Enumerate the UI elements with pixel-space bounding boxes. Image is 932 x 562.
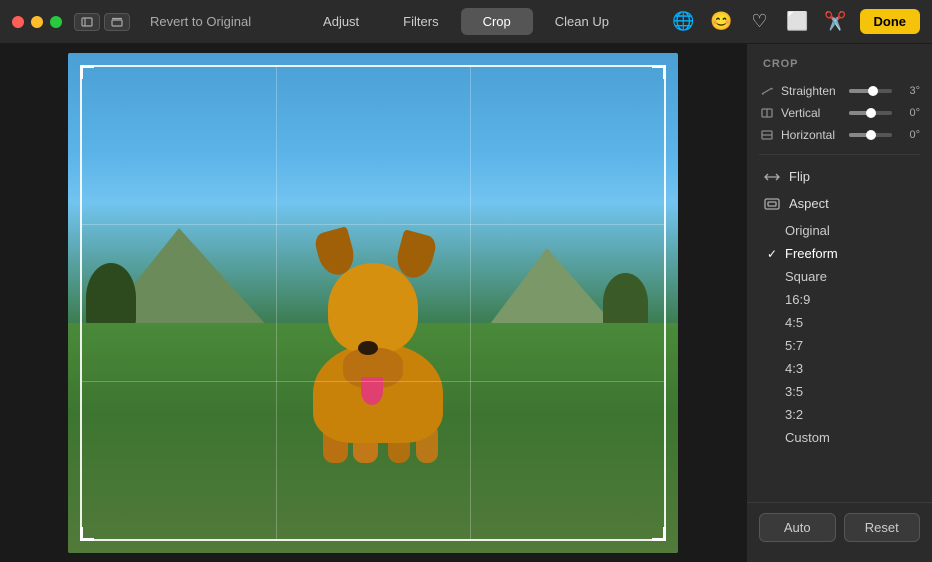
vertical-thumb[interactable] xyxy=(866,108,876,118)
horizontal-value: 0° xyxy=(898,129,920,141)
aspect-label-3-5: 3:5 xyxy=(785,384,803,399)
aspect-label-freeform: Freeform xyxy=(785,246,838,261)
horizontal-label: Horizontal xyxy=(781,128,843,142)
reset-button[interactable]: Reset xyxy=(844,513,921,542)
dog-tongue xyxy=(361,377,383,405)
aspect-label-4-3: 4:3 xyxy=(785,361,803,376)
aspect-label-custom: Custom xyxy=(785,430,830,445)
sidebar-toggle-button[interactable] xyxy=(74,13,100,31)
dog-head xyxy=(328,263,418,353)
aspect-item-original[interactable]: Original xyxy=(747,219,932,242)
aspect-item-custom[interactable]: Custom xyxy=(747,426,932,449)
flip-label: Flip xyxy=(789,169,810,184)
panel-bottom: Auto Reset xyxy=(747,502,932,552)
tab-adjust[interactable]: Adjust xyxy=(301,8,381,35)
vertical-label: Vertical xyxy=(781,106,843,120)
window-controls xyxy=(74,13,130,31)
emoji-icon-button[interactable]: 😊 xyxy=(708,8,736,36)
photo-background xyxy=(68,53,678,553)
panel-section-title: CROP xyxy=(747,58,932,80)
photo-area xyxy=(0,44,746,562)
aspect-label-original: Original xyxy=(785,223,830,238)
straighten-icon xyxy=(759,84,775,98)
favorite-icon-button[interactable]: ♡ xyxy=(746,8,774,36)
toolbar-right: 🌐 😊 ♡ ⬜ ✂️ Done xyxy=(670,8,921,36)
flip-row[interactable]: Flip xyxy=(747,163,932,190)
horizontal-slider[interactable] xyxy=(849,133,892,137)
tab-cleanup[interactable]: Clean Up xyxy=(533,8,631,35)
vertical-value: 0° xyxy=(898,107,920,119)
tab-filters[interactable]: Filters xyxy=(381,8,460,35)
main-content: CROP Straighten 3° xyxy=(0,44,932,562)
divider-1 xyxy=(759,154,920,155)
aspect-title-label: Aspect xyxy=(789,196,829,211)
aspect-label-4-5: 4:5 xyxy=(785,315,803,330)
straighten-slider[interactable] xyxy=(849,89,892,93)
straighten-thumb[interactable] xyxy=(868,86,878,96)
maximize-button[interactable] xyxy=(50,16,62,28)
straighten-label: Straighten xyxy=(781,84,843,98)
right-panel: CROP Straighten 3° xyxy=(746,44,932,562)
revert-button[interactable]: Revert to Original xyxy=(142,10,259,33)
crop-icon-button[interactable]: ⬜ xyxy=(784,8,812,36)
aspect-icon xyxy=(763,197,781,211)
titlebar: Revert to Original Adjust Filters Crop C… xyxy=(0,0,932,44)
aspect-label-3-2: 3:2 xyxy=(785,407,803,422)
dog xyxy=(273,243,473,463)
aspect-item-square[interactable]: Square xyxy=(747,265,932,288)
aspect-item-5-7[interactable]: 5:7 xyxy=(747,334,932,357)
horizontal-icon xyxy=(759,128,775,142)
aspect-item-freeform[interactable]: ✓ Freeform xyxy=(747,242,932,265)
straighten-value: 3° xyxy=(898,85,920,97)
done-button[interactable]: Done xyxy=(860,9,921,34)
flip-icon xyxy=(763,170,781,184)
aspect-item-3-5[interactable]: 3:5 xyxy=(747,380,932,403)
aspect-check-freeform: ✓ xyxy=(767,247,777,261)
vertical-icon xyxy=(759,106,775,120)
vertical-slider[interactable] xyxy=(849,111,892,115)
traffic-lights xyxy=(12,16,62,28)
aspect-item-4-3[interactable]: 4:3 xyxy=(747,357,932,380)
tab-crop[interactable]: Crop xyxy=(461,8,533,35)
aspect-list: Original ✓ Freeform Square 16:9 4:5 5:7 … xyxy=(747,217,932,451)
location-icon-button[interactable]: 🌐 xyxy=(670,8,698,36)
vertical-row: Vertical 0° xyxy=(747,102,932,124)
auto-button[interactable]: Auto xyxy=(759,513,836,542)
aspect-label-square: Square xyxy=(785,269,827,284)
nav-tabs: Adjust Filters Crop Clean Up xyxy=(301,8,631,35)
aspect-section[interactable]: Aspect xyxy=(747,190,932,217)
close-button[interactable] xyxy=(12,16,24,28)
aspect-label-5-7: 5:7 xyxy=(785,338,803,353)
tools-icon-button[interactable]: ✂️ xyxy=(822,8,850,36)
filmstrip-toggle-button[interactable] xyxy=(104,13,130,31)
mountain-right xyxy=(487,248,617,328)
dog-nose xyxy=(358,341,378,355)
aspect-label-16-9: 16:9 xyxy=(785,292,810,307)
minimize-button[interactable] xyxy=(31,16,43,28)
straighten-row: Straighten 3° xyxy=(747,80,932,102)
aspect-item-3-2[interactable]: 3:2 xyxy=(747,403,932,426)
aspect-item-16-9[interactable]: 16:9 xyxy=(747,288,932,311)
aspect-item-4-5[interactable]: 4:5 xyxy=(747,311,932,334)
photo-wrapper xyxy=(68,53,678,553)
horizontal-row: Horizontal 0° xyxy=(747,124,932,146)
horizontal-thumb[interactable] xyxy=(866,130,876,140)
